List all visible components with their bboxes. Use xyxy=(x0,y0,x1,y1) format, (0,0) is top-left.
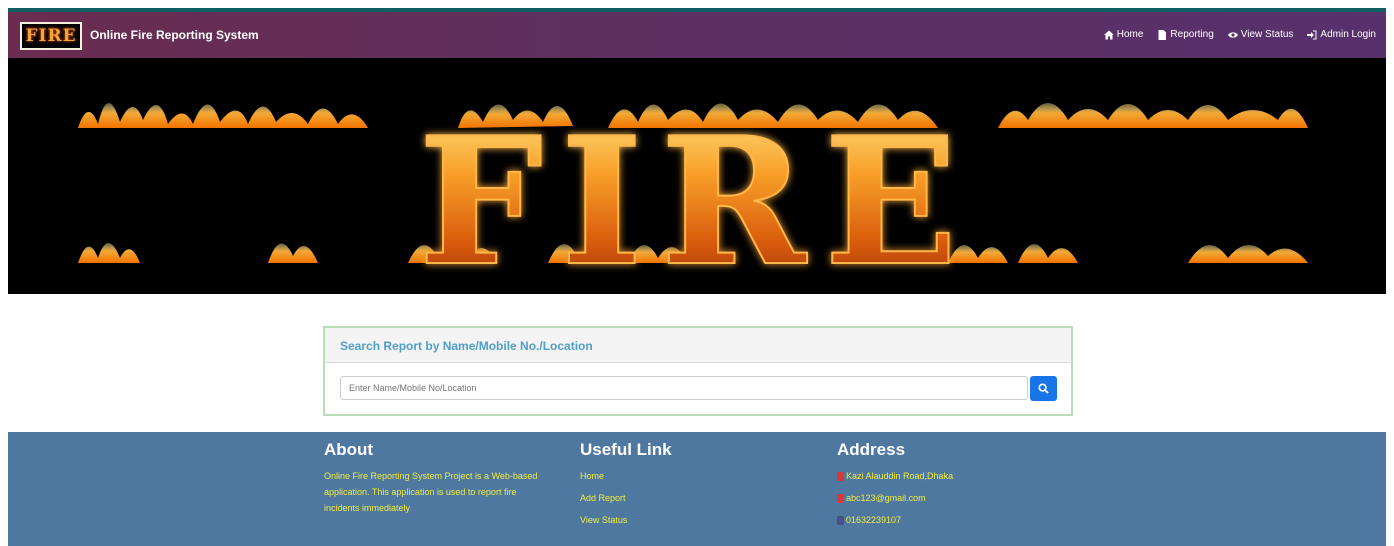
address-location: Kazi Alauddin Road,Dhaka xyxy=(837,471,953,481)
address-email: abc123@gmail.com xyxy=(837,493,953,503)
footer-link-home[interactable]: Home xyxy=(580,471,672,481)
address-phone: 01632239107 xyxy=(837,515,953,525)
search-card: Search Report by Name/Mobile No./Locatio… xyxy=(323,326,1073,416)
file-icon xyxy=(1158,29,1167,40)
envelope-icon xyxy=(837,493,844,503)
brand-logo[interactable]: FIRE xyxy=(20,22,82,50)
footer-address: Address Kazi Alauddin Road,Dhaka abc123@… xyxy=(837,440,953,525)
about-heading: About xyxy=(324,440,374,459)
nav-home-link[interactable]: Home xyxy=(1103,29,1143,40)
brand-logo-text: FIRE xyxy=(25,26,77,46)
hero-banner: FIRE xyxy=(8,58,1386,294)
navbar: FIRE Online Fire Reporting System Home R… xyxy=(8,12,1386,58)
search-title: Search Report by Name/Mobile No./Locatio… xyxy=(340,339,593,353)
nav-reporting-link[interactable]: Reporting xyxy=(1157,29,1214,40)
footer-useful-links: Useful Link Home Add Report View Status xyxy=(580,440,672,525)
home-icon xyxy=(1103,30,1114,39)
hero-fire-text: FIRE xyxy=(419,100,976,294)
nav-view-status-link[interactable]: View Status xyxy=(1227,29,1293,40)
about-text: Online Fire Reporting System Project is … xyxy=(324,471,538,513)
eye-icon xyxy=(1227,31,1238,38)
footer: About Online Fire Reporting System Proje… xyxy=(8,432,1386,546)
footer-about: About Online Fire Reporting System Proje… xyxy=(324,440,544,516)
fire-banner-image: FIRE xyxy=(78,99,1308,294)
footer-link-view-status[interactable]: View Status xyxy=(580,515,672,525)
nav-admin-login-link[interactable]: Admin Login xyxy=(1307,29,1376,40)
map-marker-icon xyxy=(837,471,844,481)
search-icon xyxy=(1038,383,1049,394)
nav-links: Home Reporting View Status Admin Login xyxy=(1103,29,1376,40)
search-button[interactable] xyxy=(1030,376,1057,401)
brand-title[interactable]: Online Fire Reporting System xyxy=(90,28,259,42)
footer-link-add-report[interactable]: Add Report xyxy=(580,493,672,503)
useful-link-heading: Useful Link xyxy=(580,440,672,459)
phone-icon xyxy=(837,515,844,525)
search-input[interactable] xyxy=(340,376,1028,400)
address-heading: Address xyxy=(837,440,906,459)
sign-in-icon xyxy=(1307,30,1317,39)
